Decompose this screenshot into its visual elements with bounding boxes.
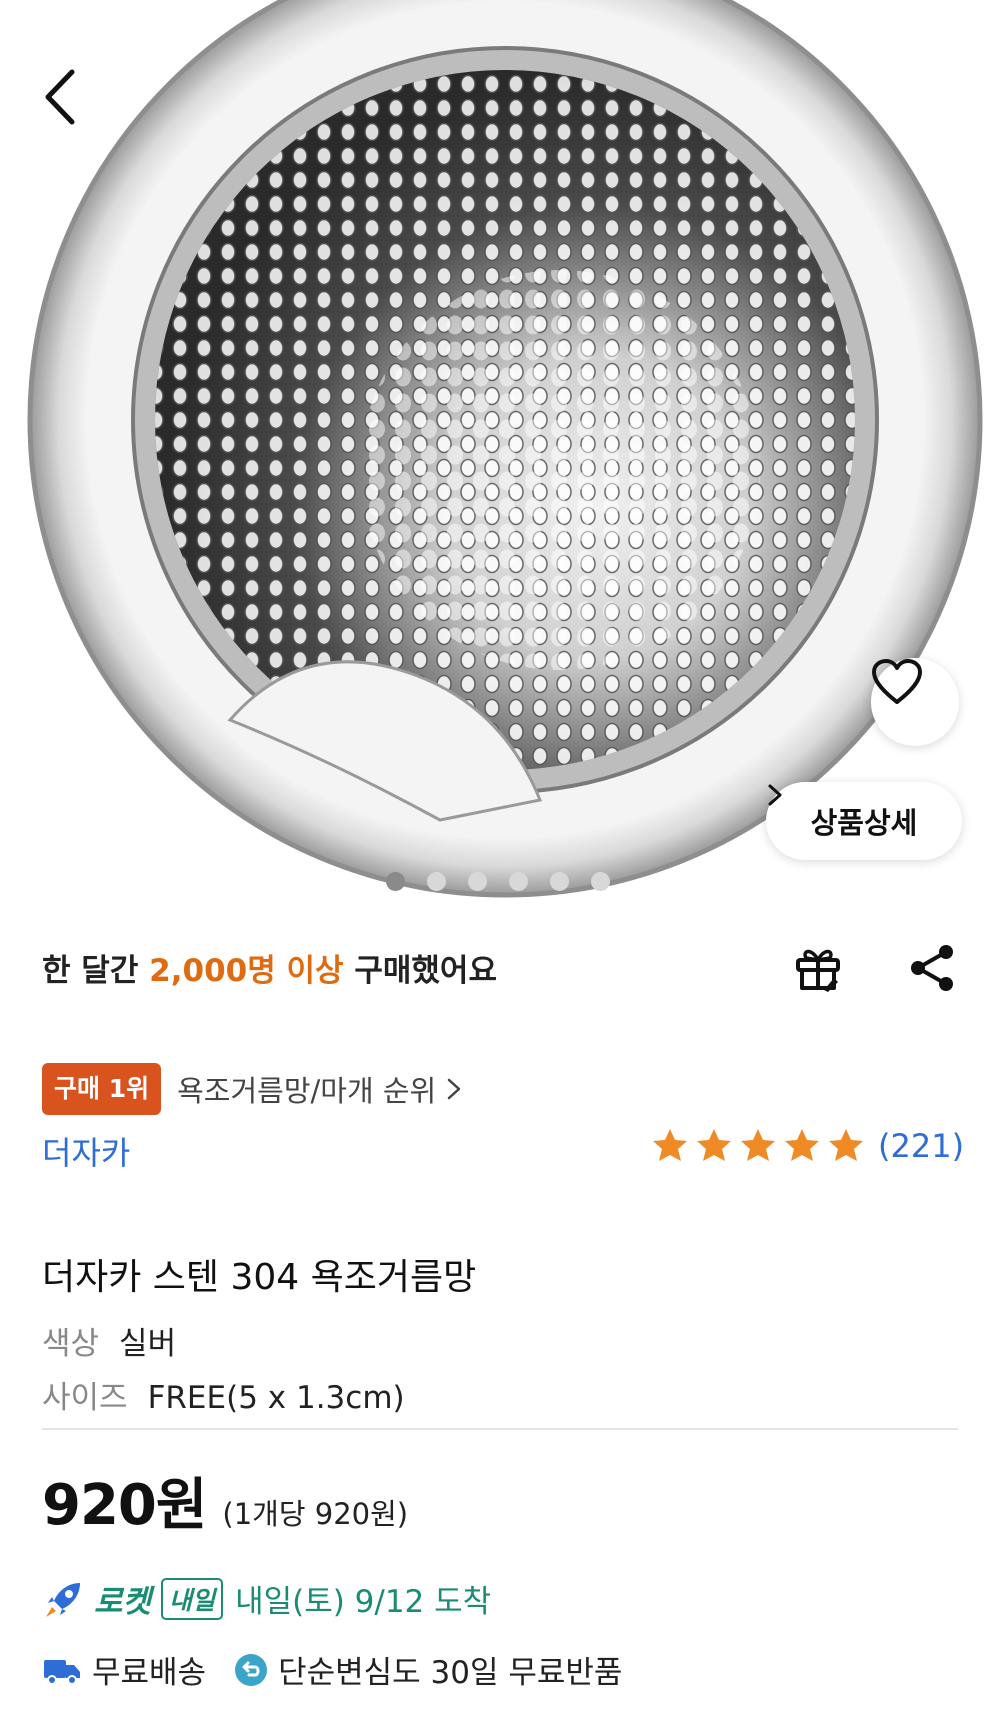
brand-link[interactable]: 더자카 <box>42 1128 130 1174</box>
carousel-dot[interactable] <box>468 872 487 891</box>
shipping-benefits: 무료배송 단순변심도 30일 무료반품 <box>42 1647 622 1692</box>
option-key: 색상 <box>42 1326 100 1362</box>
wishlist-button[interactable] <box>871 658 959 746</box>
rank-row: 구매 1위 욕조거름망/마개 순위 <box>42 1062 462 1116</box>
price-block: 920원 (1개당 920원) <box>42 1460 408 1541</box>
chevron-right-icon <box>768 784 782 806</box>
review-count: (221) <box>878 1127 965 1165</box>
chevron-right-icon <box>447 1078 461 1100</box>
tomorrow-badge: 내일 <box>161 1577 224 1620</box>
purchase-highlight: 2,000명 이상 <box>149 953 344 989</box>
category-rank-link[interactable]: 욕조거름망/마개 순위 <box>177 1068 462 1110</box>
gift-button[interactable] <box>790 940 846 996</box>
unit-price: (1개당 920원) <box>222 1497 409 1531</box>
carousel-dot[interactable] <box>386 872 405 891</box>
rocket-delivery-label: 로켓 <box>94 1584 152 1620</box>
option-value: 실버 <box>119 1326 177 1362</box>
heart-icon <box>872 659 922 704</box>
star-icon <box>697 1129 731 1161</box>
chevron-left-icon <box>45 69 75 125</box>
option-key: 사이즈 <box>42 1380 128 1416</box>
carousel-dot[interactable] <box>427 872 446 891</box>
option-value: FREE(5 x 1.3cm) <box>147 1380 405 1416</box>
purchase-count-text: 한 달간 2,000명 이상 구매했어요 <box>42 945 497 990</box>
star-icon <box>741 1129 775 1161</box>
option-color: 색상 실버 <box>42 1318 176 1363</box>
product-detail-label: 상품상세 <box>810 806 918 840</box>
star-icon <box>785 1129 819 1161</box>
purchase-prefix: 한 달간 <box>42 953 150 989</box>
rocket-icon <box>46 1582 80 1617</box>
return-icon <box>235 1653 268 1686</box>
carousel-dot[interactable] <box>591 872 610 891</box>
truck-icon <box>44 1659 80 1685</box>
delivery-info: 로켓 내일 내일(토) 9/12 도착 <box>42 1576 491 1621</box>
purchase-suffix: 구매했어요 <box>343 953 497 989</box>
carousel-indicator <box>386 872 610 891</box>
free-return-label: 단순변심도 30일 무료반품 <box>278 1655 623 1691</box>
product-detail-button[interactable]: 상품상세 <box>766 782 962 860</box>
back-button[interactable] <box>32 62 92 132</box>
product-image <box>27 0 983 898</box>
star-icon <box>829 1129 863 1161</box>
product-image-carousel[interactable]: 상품상세 <box>0 0 1000 900</box>
share-icon <box>911 945 953 991</box>
star-rating <box>650 1126 866 1166</box>
rank-badge: 구매 1위 <box>42 1063 162 1115</box>
star-icon <box>653 1129 687 1161</box>
share-button[interactable] <box>904 940 960 996</box>
gift-icon <box>796 949 840 992</box>
carousel-dot[interactable] <box>509 872 528 891</box>
arrival-date: 내일(토) 9/12 도착 <box>235 1584 492 1620</box>
divider <box>42 1428 958 1430</box>
price-amount: 920원 <box>42 1473 207 1538</box>
free-shipping-label: 무료배송 <box>92 1655 207 1691</box>
rating-summary[interactable]: (221) <box>650 1126 964 1166</box>
category-rank-label: 욕조거름망/마개 순위 <box>177 1074 437 1108</box>
carousel-dot[interactable] <box>550 872 569 891</box>
product-title: 더자카 스텐 304 욕조거름망 <box>42 1257 477 1298</box>
option-size: 사이즈 FREE(5 x 1.3cm) <box>42 1372 405 1417</box>
